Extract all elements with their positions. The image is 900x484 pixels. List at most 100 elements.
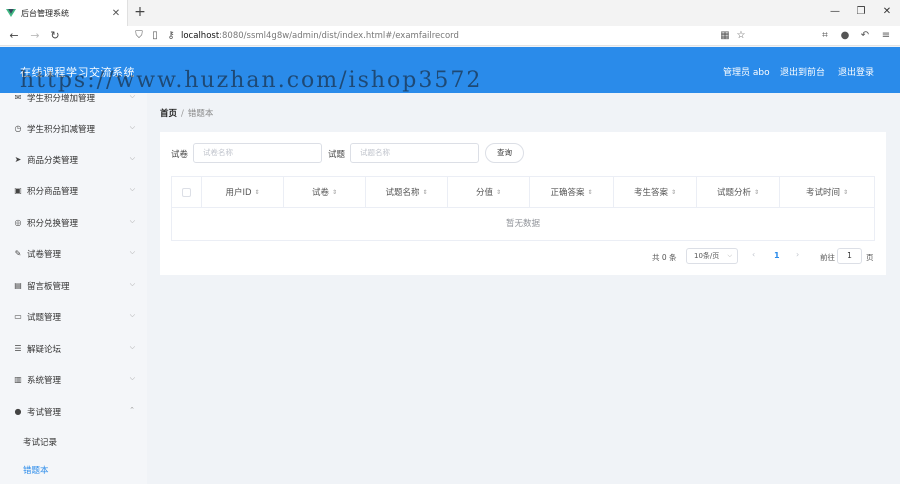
undo-icon[interactable]: ↶ <box>858 29 872 43</box>
next-page-icon[interactable]: › <box>796 250 799 259</box>
breadcrumb-current: 错题本 <box>187 109 214 119</box>
crop-icon[interactable]: ⌗ <box>818 29 832 43</box>
column-header[interactable]: 正确答案 ⇕ <box>530 177 614 208</box>
select-all-header <box>172 177 202 208</box>
bag-icon: ▣ <box>14 186 22 195</box>
column-header-label: 试题名称 <box>385 188 420 198</box>
column-header-label: 考试时间 <box>805 188 840 198</box>
sidebar-item-forum[interactable]: ☰ 解疑论坛 ⌵ <box>0 339 147 359</box>
column-header[interactable]: 试题名称 ⇕ <box>366 177 448 208</box>
sidebar-item-label: 积分兑换管理 <box>27 219 79 229</box>
key-icon[interactable]: ⚷ <box>164 29 178 43</box>
clock-icon: ◷ <box>14 124 22 133</box>
sidebar-item-paper[interactable]: ✎ 试卷管理 ⌵ <box>0 244 147 264</box>
new-tab-button[interactable]: + <box>133 5 147 19</box>
sidebar-item-label: 解疑论坛 <box>27 345 62 355</box>
exit-to-front-link[interactable]: 退出到前台 <box>780 65 825 78</box>
chevron-down-icon: ⌵ <box>129 248 135 256</box>
forward-icon[interactable]: → <box>28 29 42 43</box>
sort-icon[interactable]: ⇕ <box>255 189 260 196</box>
sidebar-item-goods-category[interactable]: ➤ 商品分类管理 ⌵ <box>0 150 147 170</box>
sidebar-subitem-exam-record[interactable]: 考试记录 <box>23 436 57 448</box>
url-path: :8080/ssml4g8w/admin/dist/index.html#/ex… <box>219 31 459 41</box>
column-header-label: 试卷 <box>311 188 329 198</box>
column-header[interactable]: 用户ID ⇕ <box>202 177 284 208</box>
brush-icon: ✎ <box>14 249 22 258</box>
select-all-checkbox[interactable] <box>182 187 191 197</box>
query-button[interactable]: 查询 <box>485 143 524 163</box>
extensions-icon[interactable]: ≡ <box>879 29 893 43</box>
sidebar-item-label: 试卷管理 <box>27 250 62 260</box>
sidebar-item-system[interactable]: ▥ 系统管理 ⌵ <box>0 370 147 390</box>
chevron-down-icon: ⌵ <box>129 93 135 100</box>
column-header[interactable]: 考试时间 ⇕ <box>780 177 874 208</box>
menu-icon: ☰ <box>14 344 22 353</box>
sidebar-item-exam[interactable]: ● 考试管理 ⌃ <box>0 402 147 422</box>
sort-icon[interactable]: ⇕ <box>332 189 337 196</box>
column-header[interactable]: 考生答案 ⇕ <box>614 177 697 208</box>
chevron-down-icon: ⌵ <box>129 217 135 225</box>
window-close-icon[interactable]: ✕ <box>880 5 894 19</box>
paper-name-input[interactable]: 试卷名称 <box>193 143 322 163</box>
breadcrumb-separator: / <box>181 109 184 119</box>
chevron-down-icon: ⌵ <box>129 280 135 288</box>
sidebar-item-student-points-add[interactable]: ✉ 学生积分增加管理 ⌵ <box>0 93 147 108</box>
question-name-input[interactable]: 试题名称 <box>350 143 479 163</box>
sort-icon[interactable]: ⇕ <box>843 189 848 196</box>
sidebar-item-points-exchange[interactable]: ◎ 积分兑换管理 ⌵ <box>0 213 147 233</box>
paper-filter-label: 试卷 <box>171 150 189 160</box>
browser-tab[interactable]: 后台管理系统 ✕ <box>0 0 128 26</box>
column-header-label: 用户ID <box>225 188 252 198</box>
sidebar-item-label: 考试管理 <box>27 408 62 418</box>
qr-icon[interactable]: ▦ <box>718 29 732 43</box>
restore-icon[interactable]: ❐ <box>854 5 868 19</box>
sort-icon[interactable]: ⇕ <box>422 189 427 196</box>
shield-icon[interactable]: ⛉ <box>132 29 146 43</box>
url-field[interactable]: localhost:8080/ssml4g8w/admin/dist/index… <box>181 29 459 43</box>
current-page-number[interactable]: 1 <box>774 251 780 260</box>
chevron-down-icon: ⌵ <box>129 154 135 162</box>
sidebar-subitem-wrong-book[interactable]: 错题本 <box>23 464 49 476</box>
sort-icon[interactable]: ⇕ <box>496 189 501 196</box>
chevron-down-icon: ⌵ <box>129 343 135 351</box>
sidebar-item-questions[interactable]: ▭ 试题管理 ⌵ <box>0 307 147 327</box>
chart-icon: ▥ <box>14 375 22 384</box>
sidebar-item-message-board[interactable]: ▤ 留言板管理 ⌵ <box>0 276 147 296</box>
column-header-label: 分值 <box>475 188 493 198</box>
column-header[interactable]: 试题分析 ⇕ <box>697 177 780 208</box>
compass-icon: ◎ <box>14 218 22 227</box>
chevron-up-icon: ⌃ <box>129 406 135 414</box>
page-size-select[interactable]: 10条/页 ⌵ <box>686 248 738 264</box>
goto-page-input[interactable]: 1 <box>837 248 862 264</box>
chevron-down-icon: ⌵ <box>129 311 135 319</box>
sidebar-item-points-goods[interactable]: ▣ 积分商品管理 ⌵ <box>0 181 147 201</box>
mail-icon: ✉ <box>14 93 22 102</box>
chat-icon[interactable]: ● <box>838 29 852 43</box>
column-header[interactable]: 试卷 ⇕ <box>284 177 366 208</box>
column-header[interactable]: 分值 ⇕ <box>448 177 530 208</box>
sort-icon[interactable]: ⇕ <box>671 189 676 196</box>
sort-icon[interactable]: ⇕ <box>754 189 759 196</box>
send-icon: ➤ <box>14 155 22 164</box>
wrong-question-table: 用户ID ⇕ 试卷 ⇕ 试题名称 ⇕ 分值 ⇕ 正确答案 ⇕ 考生答案 ⇕ 试题分析 ⇕ 考试… <box>171 176 875 241</box>
logout-link[interactable]: 退出登录 <box>838 65 874 78</box>
breadcrumb-home[interactable]: 首页 <box>160 109 177 119</box>
app-header: 在线课程学习交流系统 管理员 abo 退出到前台 退出登录 <box>0 47 900 93</box>
vue-logo-icon <box>6 9 16 17</box>
sort-icon[interactable]: ⇕ <box>587 189 592 196</box>
sidebar-item-label: 积分商品管理 <box>27 187 79 197</box>
reload-icon[interactable]: ↻ <box>48 29 62 43</box>
minimize-icon[interactable]: — <box>828 5 842 19</box>
tab-close-icon[interactable]: ✕ <box>109 6 123 20</box>
prev-page-icon[interactable]: ‹ <box>752 250 755 259</box>
back-icon[interactable]: ← <box>7 29 21 43</box>
sidebar-item-label: 学生积分增加管理 <box>27 94 96 104</box>
column-header-label: 考生答案 <box>633 188 668 198</box>
goto-label: 前往 <box>820 253 835 262</box>
table-empty-text: 暂无数据 <box>505 219 540 229</box>
page-suffix: 页 <box>866 253 874 262</box>
browser-tabbar: 后台管理系统 ✕ + — ❐ ✕ <box>0 0 900 26</box>
chevron-down-icon: ⌵ <box>129 185 135 193</box>
sidebar-item-student-points-deduct[interactable]: ◷ 学生积分扣减管理 ⌵ <box>0 119 147 139</box>
star-icon[interactable]: ☆ <box>734 29 748 43</box>
